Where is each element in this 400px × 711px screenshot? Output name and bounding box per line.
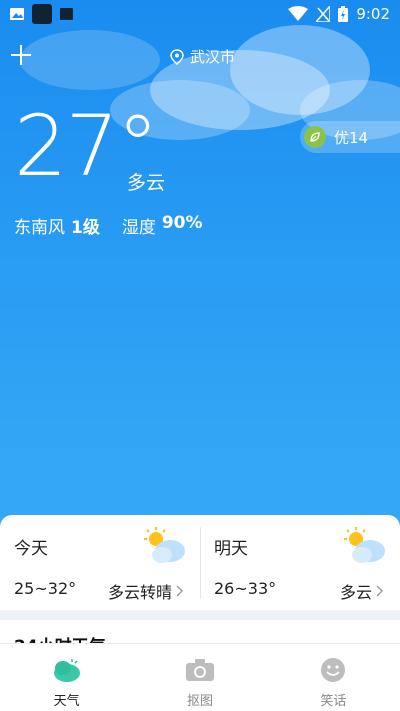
weather-icon (52, 656, 82, 684)
status-bar: 9:02 (0, 0, 400, 28)
tomorrow-title: 明天 (214, 539, 248, 559)
tab-weather[interactable]: 天气 (0, 644, 133, 711)
wind-value: 1级 (71, 218, 100, 238)
leaf-icon (304, 126, 326, 148)
smile-icon (318, 656, 348, 684)
partly-cloudy-icon (344, 527, 385, 563)
section-gap (0, 610, 400, 620)
wind-label: 东南风 (14, 218, 65, 238)
no-signal-icon (316, 6, 331, 22)
location-selector[interactable]: 武汉市 (170, 46, 235, 67)
camera-icon (185, 656, 215, 684)
forecast-today[interactable]: 今天 25~32° 多云转晴 (0, 515, 200, 610)
wifi-icon (288, 6, 309, 21)
tab-jokes-label: 笑话 (320, 694, 347, 709)
chevron-right-icon (376, 585, 383, 597)
partly-cloudy-icon (144, 527, 185, 563)
wind-humidity-row: 东南风 1级 湿度 90% (14, 213, 203, 238)
tab-cutout[interactable]: 抠图 (133, 644, 266, 711)
status-time: 9:02 (356, 5, 390, 23)
tab-jokes[interactable]: 笑话 (267, 644, 400, 711)
image-notification-icon (10, 8, 24, 20)
humidity-value: 90% (161, 213, 203, 233)
app-notification-icon (32, 4, 52, 24)
tomorrow-temp-range: 26~33° (214, 579, 277, 598)
tomorrow-desc-text: 多云 (339, 583, 372, 602)
app-notification-icon-2 (60, 8, 73, 20)
current-condition: 多云 (127, 172, 166, 194)
forecast-tomorrow[interactable]: 明天 26~33° 多云 (200, 515, 400, 610)
battery-icon (338, 6, 349, 22)
location-pin-icon (170, 48, 184, 65)
tab-cutout-label: 抠图 (186, 694, 213, 709)
humidity-label: 湿度 (121, 218, 156, 238)
today-title: 今天 (14, 539, 48, 559)
tomorrow-desc: 多云 (340, 579, 384, 603)
aqi-label: 优14 (334, 128, 369, 147)
bottom-tab-bar: 天气 抠图 笑话 (0, 643, 400, 711)
add-city-button[interactable] (10, 44, 32, 66)
aqi-badge[interactable]: 优14 (300, 121, 400, 153)
today-temp-range: 25~32° (14, 579, 77, 598)
chevron-right-icon (176, 585, 183, 597)
location-label: 武汉市 (190, 48, 236, 66)
top-bar: 武汉市 (0, 38, 400, 78)
today-desc: 多云转晴 (108, 579, 184, 603)
tab-weather-label: 天气 (53, 694, 80, 709)
forecast-card: 今天 25~32° 多云转晴 明天 26~33° 多云 (0, 515, 400, 610)
today-desc-text: 多云转晴 (107, 583, 172, 602)
